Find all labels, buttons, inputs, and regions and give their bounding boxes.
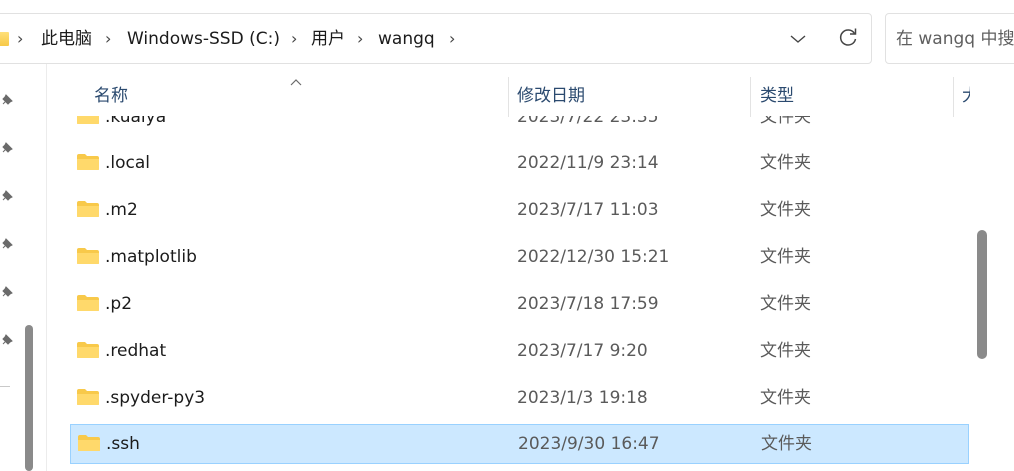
search-box[interactable] — [885, 13, 1014, 64]
folder-icon — [76, 341, 100, 359]
file-type: 文件夹 — [760, 388, 811, 408]
column-header-name[interactable]: 名称 — [94, 84, 128, 108]
file-type: 文件夹 — [760, 116, 811, 127]
file-type: 文件夹 — [760, 341, 811, 361]
column-separator[interactable] — [750, 77, 751, 117]
file-modified: 2023/7/17 9:20 — [517, 341, 648, 361]
column-header-size[interactable]: 大小 — [962, 84, 970, 108]
file-type: 文件夹 — [761, 434, 812, 454]
file-type: 文件夹 — [760, 200, 811, 220]
file-name[interactable]: .kuaiya — [105, 116, 166, 129]
folder-icon — [76, 247, 100, 265]
chevron-down-icon — [789, 30, 807, 49]
folder-icon — [76, 388, 100, 406]
breadcrumb-separator[interactable]: › — [449, 27, 455, 51]
navigation-pane[interactable] — [0, 64, 40, 471]
breadcrumb-wangq[interactable]: wangq — [378, 27, 435, 51]
breadcrumb-separator[interactable]: › — [357, 27, 363, 51]
file-row[interactable]: .m2 2023/7/17 11:03 文件夹 — [70, 190, 969, 230]
column-header-modified[interactable]: 修改日期 — [517, 84, 585, 108]
breadcrumb-separator[interactable]: › — [291, 27, 297, 51]
file-modified: 2023/7/22 23:35 — [517, 116, 659, 127]
folder-icon — [76, 200, 100, 218]
folder-icon — [76, 153, 100, 171]
pin-icon[interactable] — [0, 188, 14, 202]
breadcrumb-this-pc[interactable]: 此电脑 — [41, 27, 92, 51]
file-row[interactable]: .kuaiya 2023/7/22 23:35 文件夹 — [70, 116, 969, 137]
folder-icon — [76, 116, 100, 125]
file-row[interactable]: .matplotlib 2022/12/30 15:21 文件夹 — [70, 237, 969, 277]
file-modified: 2023/7/18 17:59 — [517, 294, 659, 314]
pin-icon[interactable] — [0, 332, 14, 346]
refresh-button[interactable] — [831, 23, 865, 55]
pin-icon[interactable] — [0, 284, 14, 298]
folder-icon — [77, 434, 101, 452]
file-list[interactable]: .kuaiya 2023/7/22 23:35 文件夹 .local 2022/… — [70, 116, 969, 471]
file-name[interactable]: .p2 — [105, 292, 132, 316]
address-history-dropdown[interactable] — [781, 23, 815, 55]
file-modified: 2023/7/17 11:03 — [517, 200, 659, 220]
pin-icon[interactable] — [0, 92, 14, 106]
navigation-scrollbar-thumb[interactable] — [25, 325, 33, 471]
file-row[interactable]: .spyder-py3 2023/1/3 19:18 文件夹 — [70, 378, 969, 418]
folder-icon — [0, 32, 9, 46]
address-bar[interactable]: › 此电脑 › Windows-SSD (C:) › 用户 › wangq › — [0, 13, 872, 64]
pane-divider[interactable] — [46, 64, 47, 471]
file-name[interactable]: .spyder-py3 — [105, 386, 205, 410]
file-row[interactable]: .local 2022/11/9 23:14 文件夹 — [70, 143, 969, 183]
file-modified: 2023/9/30 16:47 — [518, 434, 660, 454]
file-modified: 2022/11/9 23:14 — [517, 153, 659, 173]
breadcrumb-users[interactable]: 用户 — [311, 27, 345, 51]
file-type: 文件夹 — [760, 294, 811, 314]
divider — [0, 386, 10, 387]
pin-icon[interactable] — [0, 236, 14, 250]
file-row[interactable]: .redhat 2023/7/17 9:20 文件夹 — [70, 331, 969, 371]
file-name[interactable]: .matplotlib — [105, 245, 197, 269]
column-header-type[interactable]: 类型 — [760, 84, 794, 108]
file-name[interactable]: .redhat — [105, 339, 166, 363]
file-type: 文件夹 — [760, 153, 811, 173]
breadcrumb-separator[interactable]: › — [105, 27, 111, 51]
file-type: 文件夹 — [760, 247, 811, 267]
file-modified: 2023/1/3 19:18 — [517, 388, 648, 408]
breadcrumb-separator[interactable]: › — [17, 27, 23, 51]
pin-icon[interactable] — [0, 140, 14, 154]
refresh-icon — [837, 26, 859, 52]
column-separator[interactable] — [953, 77, 954, 117]
scrollbar-thumb[interactable] — [977, 230, 987, 359]
file-modified: 2022/12/30 15:21 — [517, 247, 670, 267]
column-separator[interactable] — [508, 77, 509, 117]
search-input[interactable] — [896, 27, 1014, 51]
file-name[interactable]: .local — [105, 151, 150, 175]
breadcrumb-drive-c[interactable]: Windows-SSD (C:) — [127, 27, 280, 51]
sort-ascending-icon — [289, 72, 303, 86]
file-name[interactable]: .ssh — [106, 432, 140, 456]
file-row[interactable]: .p2 2023/7/18 17:59 文件夹 — [70, 284, 969, 324]
folder-icon — [76, 294, 100, 312]
file-row-selected[interactable]: .ssh 2023/9/30 16:47 文件夹 — [70, 424, 969, 464]
file-name[interactable]: .m2 — [105, 198, 138, 222]
